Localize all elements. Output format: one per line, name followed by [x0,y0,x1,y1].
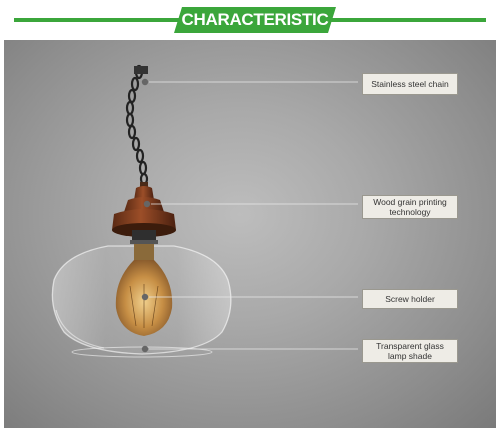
callout-text: Transparent glass lamp shade [376,341,444,361]
screw-marker-dot [141,293,149,301]
header-bar: CHARACTERISTIC [0,0,500,40]
callout-text: Stainless steel chain [371,79,449,89]
callout-label-wood: Wood grain printing technology [362,195,458,219]
title-banner: CHARACTERISTIC [174,7,336,33]
page-title: CHARACTERISTIC [181,10,329,29]
callout-text: Screw holder [385,294,435,304]
product-photo: Stainless steel chain Wood grain printin… [4,40,496,428]
pendant-lamp-illustration [51,64,358,358]
callout-label-chain: Stainless steel chain [362,73,458,95]
chain-marker-dot [141,78,149,86]
glass-marker-dot [141,345,149,353]
callout-text: Wood grain printing technology [373,197,447,217]
wood-marker-dot [143,200,151,208]
wood-holder [112,182,176,244]
callout-label-screw-holder: Screw holder [362,289,458,309]
callout-label-glass-shade: Transparent glass lamp shade [362,339,458,363]
